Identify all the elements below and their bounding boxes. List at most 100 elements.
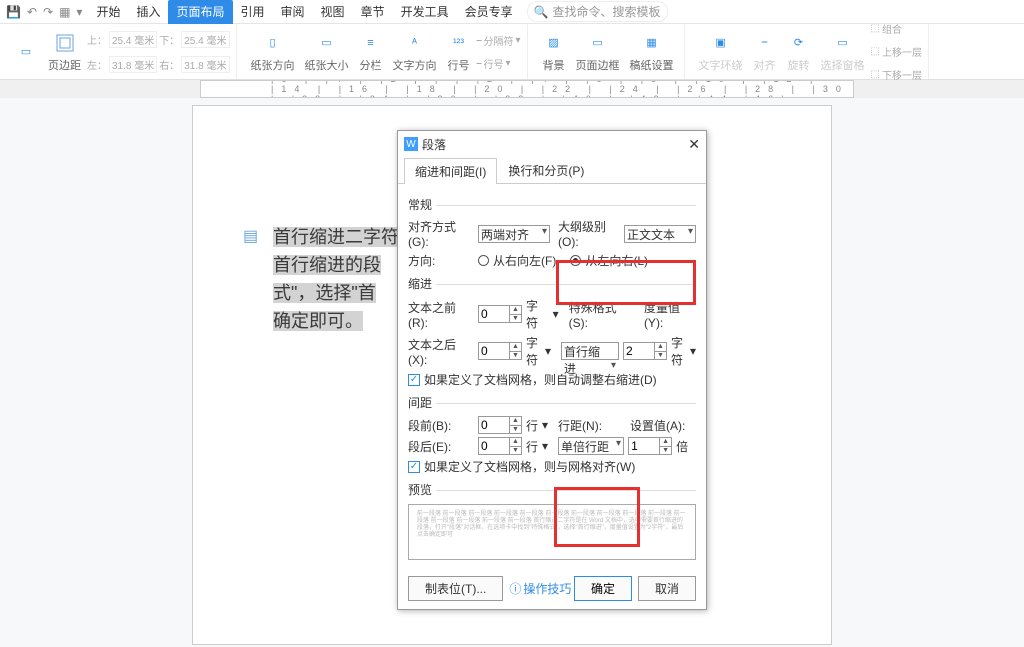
margins-button[interactable]: 页边距 (44, 31, 85, 73)
rotate-button: ⟳旋转 (783, 31, 815, 73)
space-before-label: 段前(B): (408, 417, 474, 434)
redo-icon[interactable]: ↷ (43, 5, 53, 19)
align-button[interactable]: ⎯对齐 (749, 31, 781, 73)
print-icon[interactable]: ▦ (59, 5, 70, 19)
grid-align-checkbox[interactable]: ✓ 如果定义了文档网格，则与网格对齐(W) (408, 458, 696, 475)
theme-button[interactable]: ▭ (10, 40, 42, 64)
rtl-label: 从右向左(F) (493, 252, 556, 269)
radio-rtl[interactable] (478, 255, 489, 266)
tab-devtools[interactable]: 开发工具 (393, 0, 457, 24)
group-stack: ⬚ 组合 ⬚ 上移一层 ⬚ 下移一层 (871, 18, 922, 85)
section-indent: 缩进 (408, 273, 696, 294)
ltr-label: 从左向右(L) (585, 252, 648, 269)
background-button[interactable]: ▨背景 (538, 31, 570, 73)
search-icon: 🔍 (534, 5, 549, 19)
spin-up-icon[interactable]: ▲ (510, 306, 521, 315)
tab-indent-spacing[interactable]: 缩进和间距(I) (404, 158, 497, 184)
before-text-label: 文本之前(R): (408, 299, 474, 330)
direction-label: 方向: (408, 252, 474, 269)
tab-chapter[interactable]: 章节 (353, 0, 393, 24)
spin-down-icon[interactable]: ▼ (510, 315, 521, 323)
spin-down-icon[interactable]: ▼ (655, 352, 666, 360)
line-spacing-label: 行距(N): (558, 417, 602, 434)
spin-up-icon[interactable]: ▲ (510, 417, 521, 426)
info-icon: ⓘ (509, 580, 521, 597)
manuscript-button[interactable]: ▦稿纸设置 (626, 31, 678, 73)
char-unit: 字符 (526, 297, 549, 331)
space-after-label: 段后(E): (408, 438, 474, 455)
search-placeholder: 查找命令、搜索模板 (553, 3, 661, 20)
dialog-title: 段落 (422, 136, 446, 153)
line-number-button[interactable]: ¹²³行号 (443, 31, 475, 73)
tips-link[interactable]: ⓘ操作技巧 (509, 580, 571, 597)
align-label: 对齐方式(G): (408, 218, 474, 249)
orientation-button[interactable]: ▯纸张方向 (247, 31, 299, 73)
spin-up-icon[interactable]: ▲ (510, 438, 521, 447)
save-icon[interactable]: 💾 (6, 5, 21, 19)
outline-select[interactable]: 正文文本 (624, 225, 696, 243)
undo-icon[interactable]: ↶ (27, 5, 37, 19)
spin-up-icon[interactable]: ▲ (660, 438, 671, 447)
tabstops-button[interactable]: 制表位(T)... (408, 576, 503, 601)
spin-down-icon[interactable]: ▼ (510, 426, 521, 434)
break-stack[interactable]: ⎯ 分隔符 ▾ ⎯ 行号 ▾ (477, 30, 521, 74)
char-unit: 字符 (526, 334, 541, 368)
app-icon: W (404, 137, 418, 151)
set-value-input[interactable] (628, 437, 660, 455)
special-format-select[interactable]: 首行缩进 (561, 342, 619, 360)
align-select[interactable]: 两端对齐 (478, 225, 550, 243)
close-icon[interactable]: ✕ (688, 136, 700, 153)
ruler-area: |6 | |4 | |2 | | | |2 | |4 | |6 | |8 | |… (0, 80, 1024, 98)
horizontal-ruler[interactable]: |6 | |4 | |2 | | | |2 | |4 | |6 | |8 | |… (200, 80, 854, 98)
tab-line-page-break[interactable]: 换行和分页(P) (497, 157, 595, 183)
margins-label: 页边距 (48, 57, 81, 73)
after-text-input[interactable] (478, 342, 510, 360)
margin-values: 上：25.4 毫米下：25.4 毫米 左：31.8 毫米右：31.8 毫米 (87, 28, 230, 76)
space-after-input[interactable] (478, 437, 510, 455)
preview-box: 前一段落 前一段落 前一段落 前一段落 前一段落 前一段落 前一段落 前一段落 … (408, 504, 696, 560)
text-direction-button[interactable]: ᴬ文字方向 (389, 31, 441, 73)
tab-view[interactable]: 视图 (313, 0, 353, 24)
set-value-label: 设置值(A): (630, 417, 685, 434)
char-unit: 字符 (671, 334, 686, 368)
line-unit: 行 (526, 417, 538, 434)
spin-down-icon[interactable]: ▼ (660, 447, 671, 455)
line-spacing-select[interactable]: 单倍行距 (558, 437, 624, 455)
cancel-button[interactable]: 取消 (638, 576, 696, 601)
tab-reference[interactable]: 引用 (233, 0, 273, 24)
text-wrap-button: ▣文字环绕 (695, 31, 747, 73)
spin-up-icon[interactable]: ▲ (655, 343, 666, 352)
before-text-input[interactable] (478, 305, 510, 323)
special-format-label: 特殊格式(S): (569, 299, 632, 330)
columns-button[interactable]: ≡分栏 (355, 31, 387, 73)
auto-indent-checkbox[interactable]: ✓ 如果定义了文档网格，则自动调整右缩进(D) (408, 371, 696, 388)
section-preview: 预览 (408, 479, 696, 500)
search-box[interactable]: 🔍 查找命令、搜索模板 (527, 1, 668, 22)
tab-vip[interactable]: 会员专享 (457, 0, 521, 24)
space-before-input[interactable] (478, 416, 510, 434)
tab-start[interactable]: 开始 (88, 0, 128, 24)
more-icon[interactable]: ▾ (76, 5, 82, 19)
tab-review[interactable]: 审阅 (273, 0, 313, 24)
page-border-button[interactable]: ▭页面边框 (572, 31, 624, 73)
paragraph-mark-icon: ▤ (243, 226, 259, 242)
radio-ltr[interactable] (570, 255, 581, 266)
metric-label: 度量值(Y): (644, 299, 696, 330)
ok-button[interactable]: 确定 (574, 576, 632, 601)
ribbon: ▭ 页边距 上：25.4 毫米下：25.4 毫米 左：31.8 毫米右：31.8… (0, 24, 1024, 80)
dialog-titlebar[interactable]: W 段落 ✕ (398, 131, 706, 157)
multiple-unit: 倍 (676, 438, 688, 455)
tab-insert[interactable]: 插入 (128, 0, 168, 24)
select-pane-button[interactable]: ▭选择窗格 (817, 31, 869, 73)
spin-up-icon[interactable]: ▲ (510, 343, 521, 352)
after-text-label: 文本之后(X): (408, 336, 474, 367)
quick-access: 💾 ↶ ↷ ▦ ▾ (0, 5, 88, 19)
outline-label: 大纲级别(O): (558, 218, 620, 249)
tab-page-layout[interactable]: 页面布局 (168, 0, 232, 24)
size-button[interactable]: ▭纸张大小 (301, 31, 353, 73)
line-unit: 行 (526, 438, 538, 455)
spin-down-icon[interactable]: ▼ (510, 352, 521, 360)
section-spacing: 间距 (408, 392, 696, 413)
metric-input[interactable] (623, 342, 655, 360)
spin-down-icon[interactable]: ▼ (510, 447, 521, 455)
